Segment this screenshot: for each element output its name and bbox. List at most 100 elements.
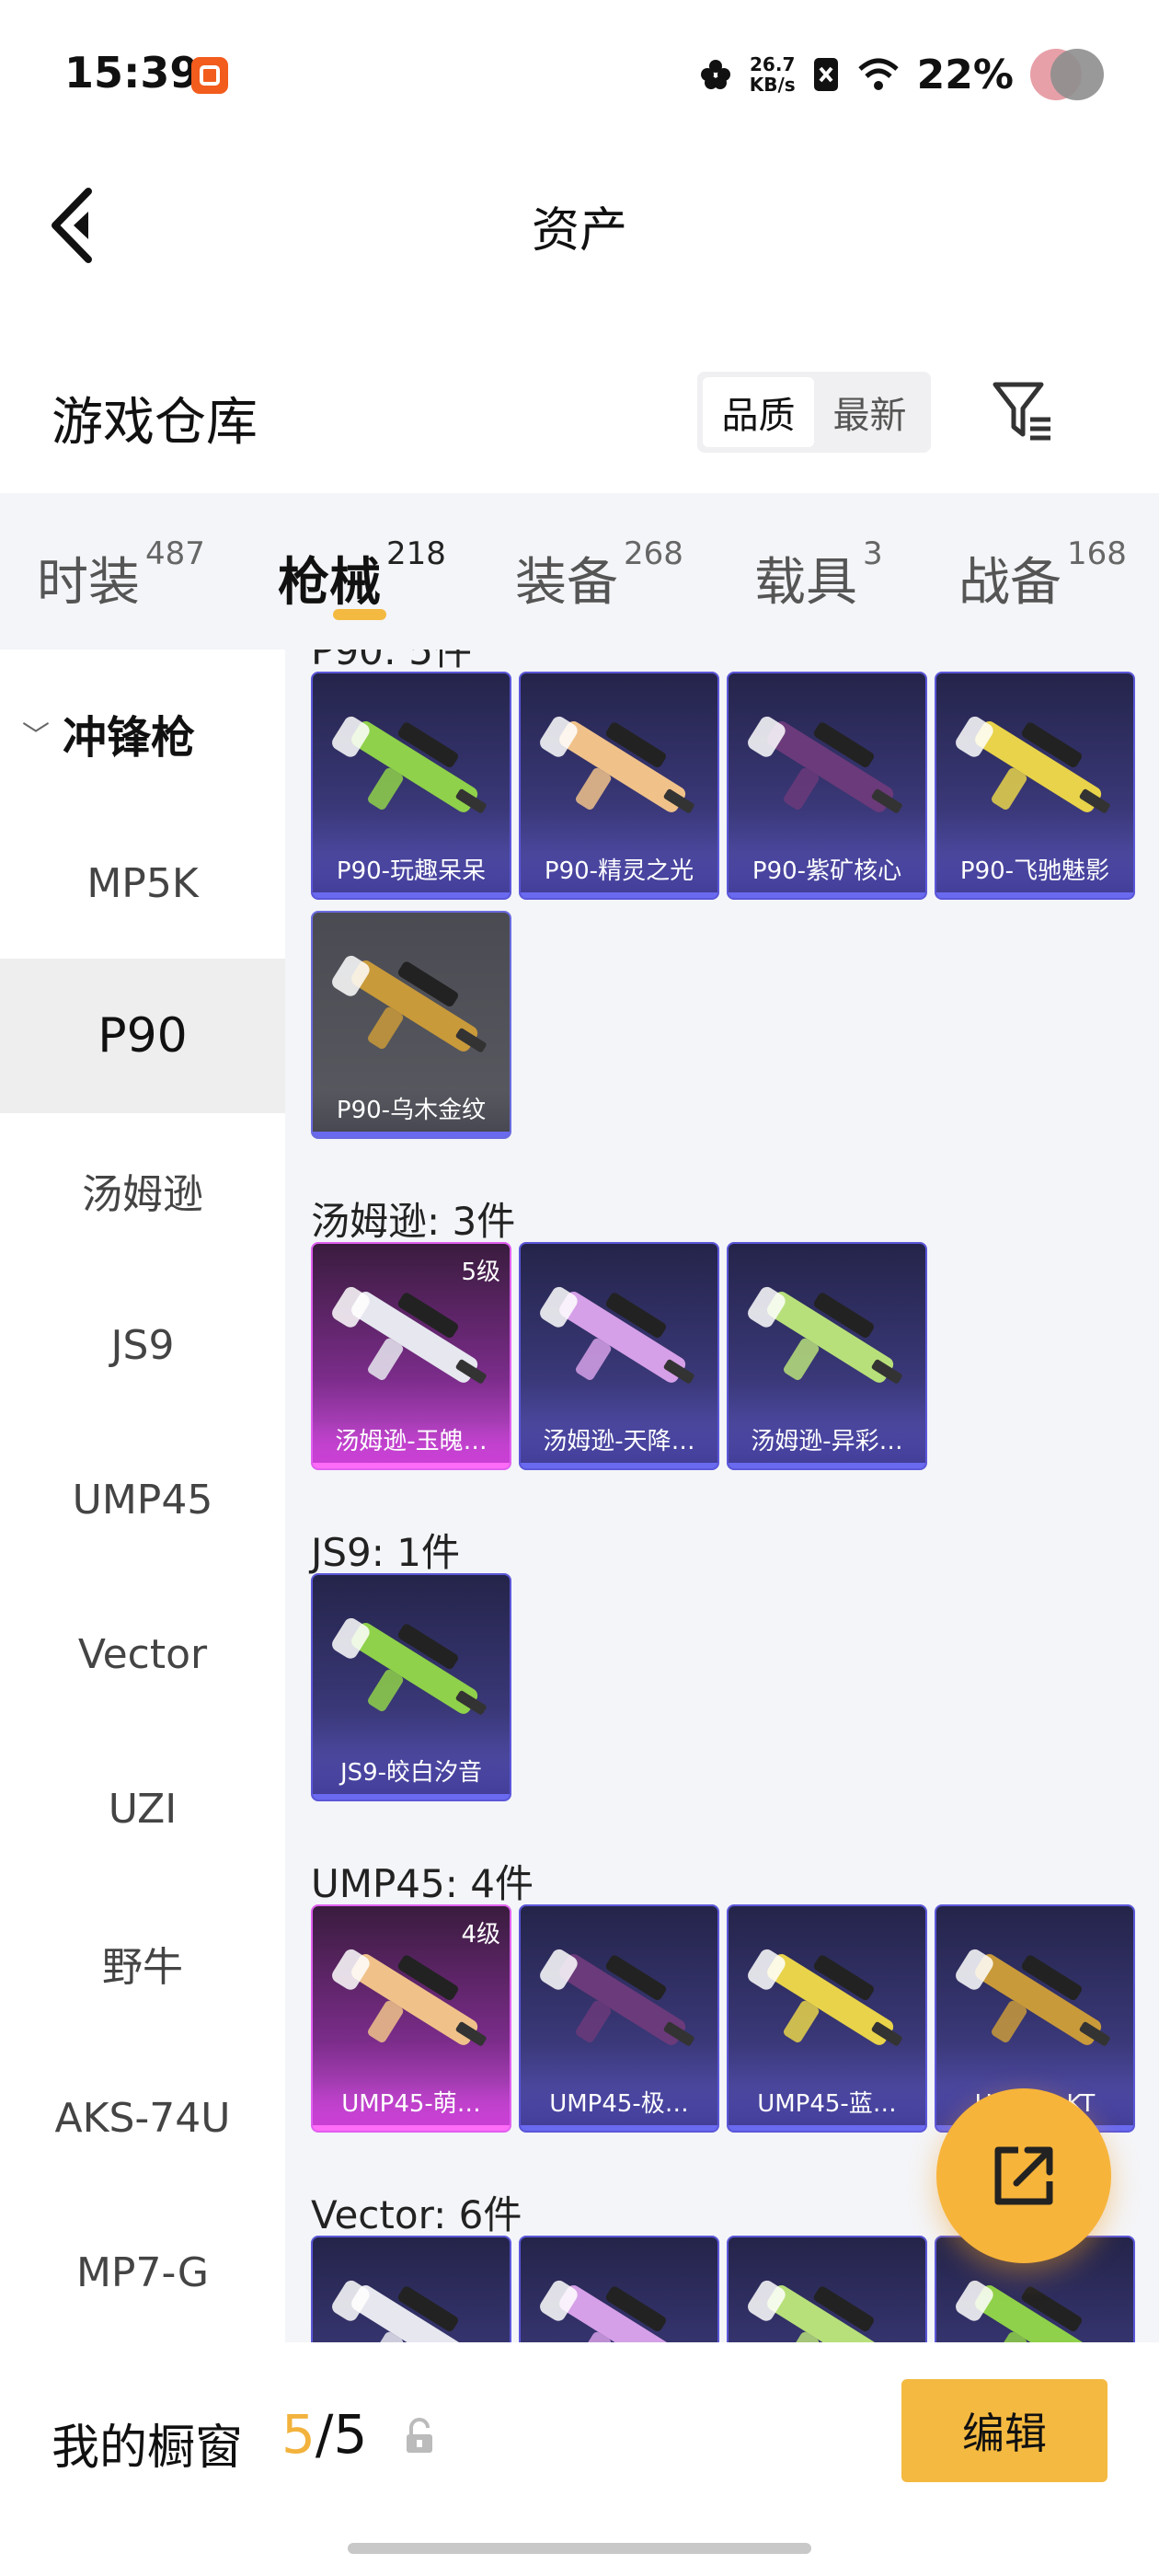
weapon-sidebar: ﹀ 冲锋枪 MP5K P90 汤姆逊 JS9 UMP45 Vector UZI 野… bbox=[0, 650, 285, 2342]
weapon-skin-icon bbox=[332, 955, 487, 1052]
sort-quality-button[interactable]: 品质 bbox=[703, 377, 814, 447]
skin-name: P90-玩趣呆呆 bbox=[313, 850, 510, 892]
sort-latest-button[interactable]: 最新 bbox=[814, 377, 925, 447]
weapon-skin-icon bbox=[956, 1949, 1110, 2046]
skin-card[interactable]: P90-飞驰魅影 bbox=[935, 672, 1135, 900]
tab-outfits[interactable]: 时装 487 bbox=[37, 535, 205, 615]
rarity-bar bbox=[729, 1463, 925, 1468]
status-bar: 15:39 26.7 KB/s 22% bbox=[0, 0, 1159, 147]
sidebar-item-js9[interactable]: JS9 bbox=[0, 1268, 285, 1422]
showcase-bar: 我的橱窗 5/5 编辑 bbox=[0, 2342, 1159, 2576]
skin-card[interactable]: UMP45-极… bbox=[519, 1904, 719, 2133]
skin-name: UMP45-蓝… bbox=[729, 2083, 925, 2125]
skin-card[interactable] bbox=[727, 2236, 927, 2342]
weapon-skin-icon bbox=[748, 2280, 894, 2342]
tab-gear[interactable]: 战备 168 bbox=[958, 535, 1127, 615]
category-tabs: 时装 487 枪械 218 装备 268 载具 3 战备 168 bbox=[0, 493, 1159, 650]
showcase-label: 我的橱窗 bbox=[52, 2421, 244, 2476]
share-icon bbox=[994, 2146, 1053, 2205]
avatar-icon bbox=[1030, 49, 1104, 100]
warehouse-title: 游戏仓库 bbox=[52, 393, 258, 453]
weapon-skin-icon bbox=[332, 716, 487, 813]
chevron-down-icon: ﹀ bbox=[22, 720, 50, 753]
net-speed: 26.7 KB/s bbox=[750, 54, 796, 95]
showcase-count: 5/5 bbox=[281, 2403, 367, 2466]
section-title: Vector: 6件 bbox=[311, 2192, 522, 2237]
net-speed-unit: KB/s bbox=[749, 74, 796, 96]
sidebar-item-thompson[interactable]: 汤姆逊 bbox=[0, 1113, 285, 1268]
showcase-total: /5 bbox=[315, 2403, 368, 2466]
skin-level-badge: 4级 bbox=[461, 1921, 500, 1949]
weapon-skin-icon bbox=[332, 1949, 487, 2046]
skin-name: P90-精灵之光 bbox=[521, 850, 717, 892]
edit-button[interactable]: 编辑 bbox=[901, 2379, 1107, 2482]
sidebar-item-aks74u[interactable]: AKS-74U bbox=[0, 2041, 285, 2195]
skin-name: UMP45-萌… bbox=[313, 2083, 510, 2125]
sidebar-item-ump45[interactable]: UMP45 bbox=[0, 1422, 285, 1577]
skin-name: P90-飞驰魅影 bbox=[936, 850, 1133, 892]
skin-card[interactable]: 汤姆逊-天降… bbox=[519, 1242, 719, 1470]
net-speed-value: 26.7 bbox=[750, 53, 796, 75]
skin-card[interactable]: P90-精灵之光 bbox=[519, 672, 719, 900]
sidebar-item-uzi[interactable]: UZI bbox=[0, 1731, 285, 1886]
skin-name: 汤姆逊-异彩… bbox=[729, 1420, 925, 1463]
skin-card[interactable]: P90-玩趣呆呆 bbox=[311, 672, 511, 900]
skin-card[interactable]: 汤姆逊-异彩… bbox=[727, 1242, 927, 1470]
skin-name: P90-乌木金纹 bbox=[313, 1089, 510, 1132]
weapon-skin-icon bbox=[956, 2280, 1102, 2342]
tab-firearms[interactable]: 枪械 218 bbox=[278, 535, 446, 615]
skin-name: UMP45-极… bbox=[521, 2083, 717, 2125]
sidebar-item-bizon[interactable]: 野牛 bbox=[0, 1886, 285, 2041]
weapon-skin-icon bbox=[956, 716, 1110, 813]
rarity-bar bbox=[729, 2125, 925, 2131]
rarity-bar bbox=[313, 1132, 510, 1137]
home-indicator[interactable] bbox=[348, 2543, 811, 2554]
sidebar-item-mp7g[interactable]: MP7-G bbox=[0, 2195, 285, 2350]
sidebar-item-p90[interactable]: P90 bbox=[0, 959, 285, 1113]
section-title: UMP45: 4件 bbox=[311, 1861, 534, 1906]
page-title: 资产 bbox=[531, 203, 627, 259]
section-title: JS9: 1件 bbox=[311, 1530, 460, 1575]
tab-equipment[interactable]: 装备 268 bbox=[515, 535, 683, 615]
rarity-bar bbox=[521, 892, 717, 898]
section-title: 汤姆逊: 3件 bbox=[311, 1199, 516, 1244]
rarity-bar bbox=[313, 892, 510, 898]
battery-level: 22% bbox=[916, 51, 1014, 98]
rarity-bar bbox=[936, 892, 1133, 898]
weapon-skin-icon bbox=[748, 716, 902, 813]
filter-icon[interactable] bbox=[990, 379, 1056, 445]
weapon-skin-icon bbox=[748, 1949, 902, 2046]
sidebar-group-label: 冲锋枪 bbox=[63, 712, 196, 764]
skin-card[interactable]: UMP45-蓝… bbox=[727, 1904, 927, 2133]
sort-segmented-control: 品质 最新 bbox=[697, 372, 931, 453]
lock-icon bbox=[407, 2418, 432, 2453]
skin-card[interactable] bbox=[311, 2236, 511, 2342]
status-time: 15:39 bbox=[64, 48, 200, 98]
weapon-skin-icon bbox=[332, 1617, 487, 1715]
skin-level-badge: 5级 bbox=[461, 1259, 500, 1286]
skin-name: P90-紫矿核心 bbox=[729, 850, 925, 892]
weapon-skin-icon bbox=[540, 716, 694, 813]
rarity-bar bbox=[521, 2125, 717, 2131]
share-button[interactable] bbox=[936, 2088, 1111, 2263]
skin-name: 汤姆逊-天降… bbox=[521, 1420, 717, 1463]
skin-card[interactable]: P90-乌木金纹 bbox=[311, 911, 511, 1139]
weapon-skin-icon bbox=[332, 2280, 478, 2342]
skin-card[interactable]: JS9-皎白汐音 bbox=[311, 1573, 511, 1801]
sidebar-group-smg[interactable]: ﹀ 冲锋枪 bbox=[22, 701, 195, 765]
tab-vehicles[interactable]: 载具 3 bbox=[754, 535, 883, 615]
skin-card[interactable]: P90-紫矿核心 bbox=[727, 672, 927, 900]
rarity-bar bbox=[313, 1463, 510, 1468]
sidebar-item-vector[interactable]: Vector bbox=[0, 1577, 285, 1731]
weapon-skin-icon bbox=[540, 1286, 694, 1384]
skin-name: JS9-皎白汐音 bbox=[313, 1752, 510, 1794]
rarity-bar bbox=[521, 1463, 717, 1468]
skin-card[interactable]: 4级 UMP45-萌… bbox=[311, 1904, 511, 2133]
sidebar-item-mp5k[interactable]: MP5K bbox=[0, 806, 285, 960]
skin-card[interactable] bbox=[519, 2236, 719, 2342]
weapon-skin-icon bbox=[332, 1286, 487, 1384]
status-right: 26.7 KB/s 22% bbox=[698, 42, 1104, 107]
skin-card[interactable]: 5级 汤姆逊-玉魄… bbox=[311, 1242, 511, 1470]
rarity-bar bbox=[313, 2125, 510, 2131]
app-notification-icon bbox=[191, 57, 228, 94]
